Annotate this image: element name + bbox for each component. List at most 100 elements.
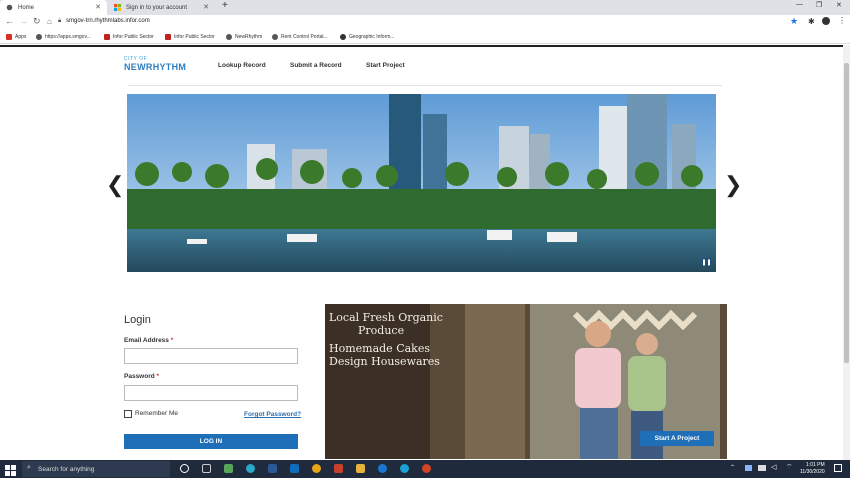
email-label: Email Address * <box>124 337 173 344</box>
taskbar-search[interactable]: ⌕ Search for anything <box>22 461 170 477</box>
email-label-text: Email Address <box>124 337 169 344</box>
back-icon[interactable]: ← <box>5 16 14 26</box>
bookmark-label: Rent Control Portal... <box>281 34 328 40</box>
infor-icon <box>104 34 110 40</box>
close-window-icon[interactable]: ✕ <box>836 1 842 9</box>
word-icon[interactable] <box>268 464 277 473</box>
carousel-next-icon[interactable]: ❯ <box>724 172 742 198</box>
extensions-icon[interactable]: ✱ <box>808 17 815 26</box>
sign-line: Produce <box>358 323 405 337</box>
nav-submit-record[interactable]: Submit a Record <box>290 62 342 69</box>
page-scrollbar[interactable] <box>843 45 850 460</box>
chrome-icon[interactable] <box>312 464 321 473</box>
app-icon[interactable] <box>246 464 255 473</box>
reload-icon[interactable]: ↻ <box>33 16 41 27</box>
tab-title: Sign in to your account <box>126 4 188 11</box>
close-tab-icon[interactable]: ✕ <box>95 3 101 11</box>
edge-icon[interactable] <box>378 464 387 473</box>
globe-icon <box>226 34 232 40</box>
bookmark-label: Infor Public Sector <box>174 34 215 40</box>
globe-icon <box>340 34 346 40</box>
tab-favicon-icon <box>6 4 13 11</box>
scrollbar-thumb[interactable] <box>844 63 849 363</box>
remember-me-checkbox[interactable] <box>124 410 132 418</box>
login-title: Login <box>124 314 151 326</box>
bookmark-rent-control[interactable]: Rent Control Portal... <box>272 34 328 40</box>
hero-carousel-image <box>127 94 716 272</box>
new-tab-button[interactable]: + <box>222 0 228 11</box>
infor-icon <box>165 34 171 40</box>
city-skyline-image <box>127 94 716 272</box>
bookmark-newrhythm[interactable]: NewRhythm <box>226 34 262 40</box>
profile-icon[interactable] <box>822 17 830 25</box>
network-icon[interactable]: ⌔ <box>786 463 793 472</box>
tray-chevron-icon[interactable]: ⌃ <box>730 464 735 471</box>
forward-icon[interactable]: → <box>19 16 28 26</box>
close-tab-icon[interactable]: ✕ <box>203 3 209 11</box>
site-logo[interactable]: NEWRHYTHM <box>124 62 186 72</box>
sign-line: Design Housewares <box>329 354 440 368</box>
header-divider <box>128 85 722 86</box>
sign-line: Local Fresh Organic <box>329 311 443 324</box>
clock-time: 1:01 PM <box>806 462 825 468</box>
task-view-icon[interactable] <box>202 464 211 473</box>
outlook-icon[interactable] <box>290 464 299 473</box>
notifications-icon[interactable] <box>834 464 842 472</box>
tab-title: Home <box>18 4 35 11</box>
bookmark-label: Geographic Inform... <box>349 34 395 40</box>
required-mark: * <box>156 373 160 380</box>
lock-icon: 🔒︎ <box>58 18 62 24</box>
forgot-password-link[interactable]: Forgot Password? <box>244 411 301 418</box>
clock-date: 11/30/2020 <box>800 469 825 475</box>
password-field[interactable] <box>124 385 298 401</box>
nav-start-project[interactable]: Start Project <box>366 62 405 69</box>
bookmark-geographic[interactable]: Geographic Inform... <box>340 34 395 40</box>
minimize-icon[interactable]: — <box>796 1 803 8</box>
bookmark-star-icon[interactable]: ★ <box>790 16 798 27</box>
windows-start-icon[interactable] <box>5 463 16 476</box>
bookmark-infor-2[interactable]: Infor Public Sector <box>165 34 215 40</box>
email-field[interactable] <box>124 348 298 364</box>
remember-me-label: Remember Me <box>135 410 178 417</box>
bookmark-smgov[interactable]: https://apps.smgov... <box>36 34 91 40</box>
bookmark-apps[interactable]: Apps <box>6 34 26 40</box>
bookmark-label: https://apps.smgov... <box>45 34 91 40</box>
cortana-icon[interactable] <box>180 464 189 473</box>
page-top-border <box>0 45 843 47</box>
battery-icon[interactable] <box>758 465 766 471</box>
start-a-project-button[interactable]: Start A Project <box>640 431 714 446</box>
bookmark-label: Infor Public Sector <box>113 34 154 40</box>
app-icon[interactable] <box>422 464 431 473</box>
shop-window-text: Local Fresh Organic Produce Homemade Cak… <box>329 311 443 368</box>
password-label-text: Password <box>124 373 155 380</box>
nav-lookup-record[interactable]: Lookup Record <box>218 62 266 69</box>
bookmark-infor-1[interactable]: Infor Public Sector <box>104 34 154 40</box>
login-button[interactable]: LOG IN <box>124 434 298 449</box>
taskbar-clock[interactable]: 1:01 PM 11/30/2020 <box>800 462 825 476</box>
app-icon[interactable] <box>400 464 409 473</box>
url-input[interactable]: smgov-trn.rhythmlabs.infor.com <box>66 18 150 24</box>
menu-icon[interactable]: ⋮ <box>838 16 846 25</box>
tab-sign-in[interactable]: Sign in to your account ✕ <box>108 0 215 15</box>
search-icon: ⌕ <box>27 464 31 471</box>
bookmark-label: NewRhythm <box>235 34 263 40</box>
carousel-pause-icon[interactable]: ❚❚ <box>701 258 712 266</box>
tray-app-icon[interactable] <box>745 465 752 471</box>
app-icon[interactable] <box>334 464 343 473</box>
bookmark-label: Apps <box>15 34 27 40</box>
password-label: Password * <box>124 373 159 380</box>
microsoft-icon <box>114 4 121 11</box>
sign-line: Homemade Cakes <box>329 342 430 355</box>
file-explorer-icon[interactable] <box>356 464 365 473</box>
required-mark: * <box>170 337 174 344</box>
search-placeholder: Search for anything <box>38 465 95 473</box>
apps-grid-icon <box>6 34 12 40</box>
globe-icon <box>36 34 42 40</box>
carousel-prev-icon[interactable]: ❮ <box>106 172 124 198</box>
app-icon[interactable] <box>224 464 233 473</box>
tab-home[interactable]: Home ✕ <box>0 0 107 15</box>
home-icon[interactable]: ⌂ <box>47 17 52 26</box>
maximize-icon[interactable]: ❐ <box>816 1 822 9</box>
volume-icon[interactable]: ◁ <box>771 463 776 471</box>
globe-icon <box>272 34 278 40</box>
